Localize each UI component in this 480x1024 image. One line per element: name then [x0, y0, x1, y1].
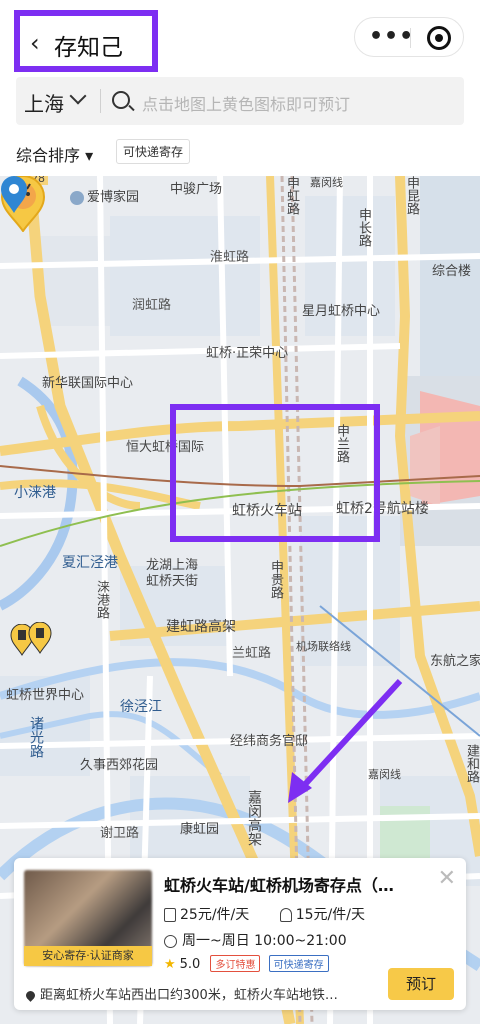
express-tag: 可快递寄存 [268, 955, 329, 972]
store-card[interactable]: 安心寄存·认证商家 虹桥火车站/虹桥机场寄存点（… ✕ 25元/件/天 15元/… [14, 858, 466, 1010]
luggage-icon [164, 908, 176, 922]
filter-row: 综合排序 ▾ 可快递寄存 [0, 130, 480, 176]
search-bar[interactable]: 上海 点击地图上黄色图标即可预订 [16, 77, 464, 125]
road-label: 申昆路 [404, 176, 419, 215]
rail-label: 嘉闵线 [368, 768, 401, 781]
sort-dropdown[interactable]: 综合排序 ▾ [16, 142, 93, 166]
location-pin-icon[interactable] [0, 176, 28, 214]
water-label: 徐泾江 [120, 699, 162, 715]
station-highlight-box [170, 404, 380, 542]
book-button[interactable]: 预订 [388, 968, 454, 1000]
map-label: 康虹园 [180, 822, 220, 837]
road-label: 涞港路 [94, 580, 109, 619]
star-icon: ★ [164, 957, 176, 972]
map-label: 爱博家园 [70, 186, 139, 205]
rail-label: 嘉闵线 [310, 176, 343, 189]
close-icon[interactable]: ✕ [438, 866, 456, 891]
store-title[interactable]: 虹桥火车站/虹桥机场寄存点（… [164, 872, 422, 896]
price-large: 15元/件/天 [279, 907, 365, 923]
road-label: 申长路 [356, 208, 371, 247]
road-label: 建虹路高架 [166, 619, 236, 635]
road-label: 申虹路 [284, 176, 299, 215]
map-label: 经纬商务官邸 [230, 734, 309, 749]
store-address: 距离虹桥火车站西出口约300米，虹桥火车站地铁… [26, 984, 378, 1003]
search-icon [112, 91, 130, 109]
city-selector[interactable]: 上海 [24, 88, 64, 117]
target-icon[interactable] [427, 26, 451, 50]
mini-program-capsule: ••• [354, 17, 464, 57]
clock-icon [164, 934, 177, 948]
road-label: 建和路 [464, 744, 479, 783]
map-label: 星月虹桥中心 [302, 304, 381, 319]
road-label: 润虹路 [132, 298, 172, 313]
road-label: 嘉闵高架 [246, 790, 262, 846]
price-small: 25元/件/天 [164, 907, 249, 923]
rail-label: 机场联络线 [296, 640, 351, 653]
title-highlight-box: ‹ 存知己 [14, 10, 158, 72]
rating-row: ★ 5.0 多订特惠 可快递寄存 [164, 955, 329, 972]
road-label: 谢卫路 [100, 826, 140, 841]
road-label: 淮虹路 [210, 250, 250, 265]
map-label: 虹桥·正荣中心 [206, 346, 289, 361]
road-label: 兰虹路 [232, 646, 272, 661]
map-label: 东航之家 [430, 654, 480, 669]
road-label: 申贵路 [268, 560, 283, 599]
map-label: 虹桥世界中心 [6, 688, 85, 703]
water-label: 小涞港 [14, 485, 56, 501]
discount-tag: 多订特惠 [210, 955, 261, 972]
backpack-icon [279, 908, 292, 922]
express-filter-chip[interactable]: 可快递寄存 [116, 139, 191, 164]
map-label: 综合楼 [432, 264, 472, 279]
price-row: 25元/件/天 15元/件/天 [164, 904, 391, 924]
more-dots-icon[interactable]: ••• [369, 24, 414, 49]
rating-value: 5.0 [179, 957, 201, 972]
opening-hours: 周一~周日 10:00~21:00 [164, 930, 347, 950]
road-label: 诸光路 [28, 716, 44, 758]
page-title: 存知己 [54, 35, 123, 61]
chevron-down-icon[interactable] [69, 87, 87, 105]
chevron-left-icon[interactable]: ‹ [30, 29, 40, 57]
certified-badge: 安心寄存·认证商家 [24, 946, 152, 966]
map-label: 久事西郊花园 [80, 758, 159, 773]
map-label: 虹桥天街 [146, 574, 199, 589]
poi-icon [70, 190, 84, 205]
sort-label: 综合排序 [16, 146, 81, 165]
capsule-divider [410, 28, 411, 48]
search-input[interactable]: 点击地图上黄色图标即可预订 [142, 91, 350, 115]
top-bar: ‹ 存知己 ••• [0, 0, 480, 76]
location-icon [26, 989, 37, 1002]
map-label: 新华联国际中心 [42, 376, 134, 391]
storage-pin[interactable] [28, 622, 52, 654]
divider [100, 89, 101, 113]
map-label: 中骏广场 [170, 182, 223, 197]
water-label: 夏汇泾港 [62, 555, 118, 571]
